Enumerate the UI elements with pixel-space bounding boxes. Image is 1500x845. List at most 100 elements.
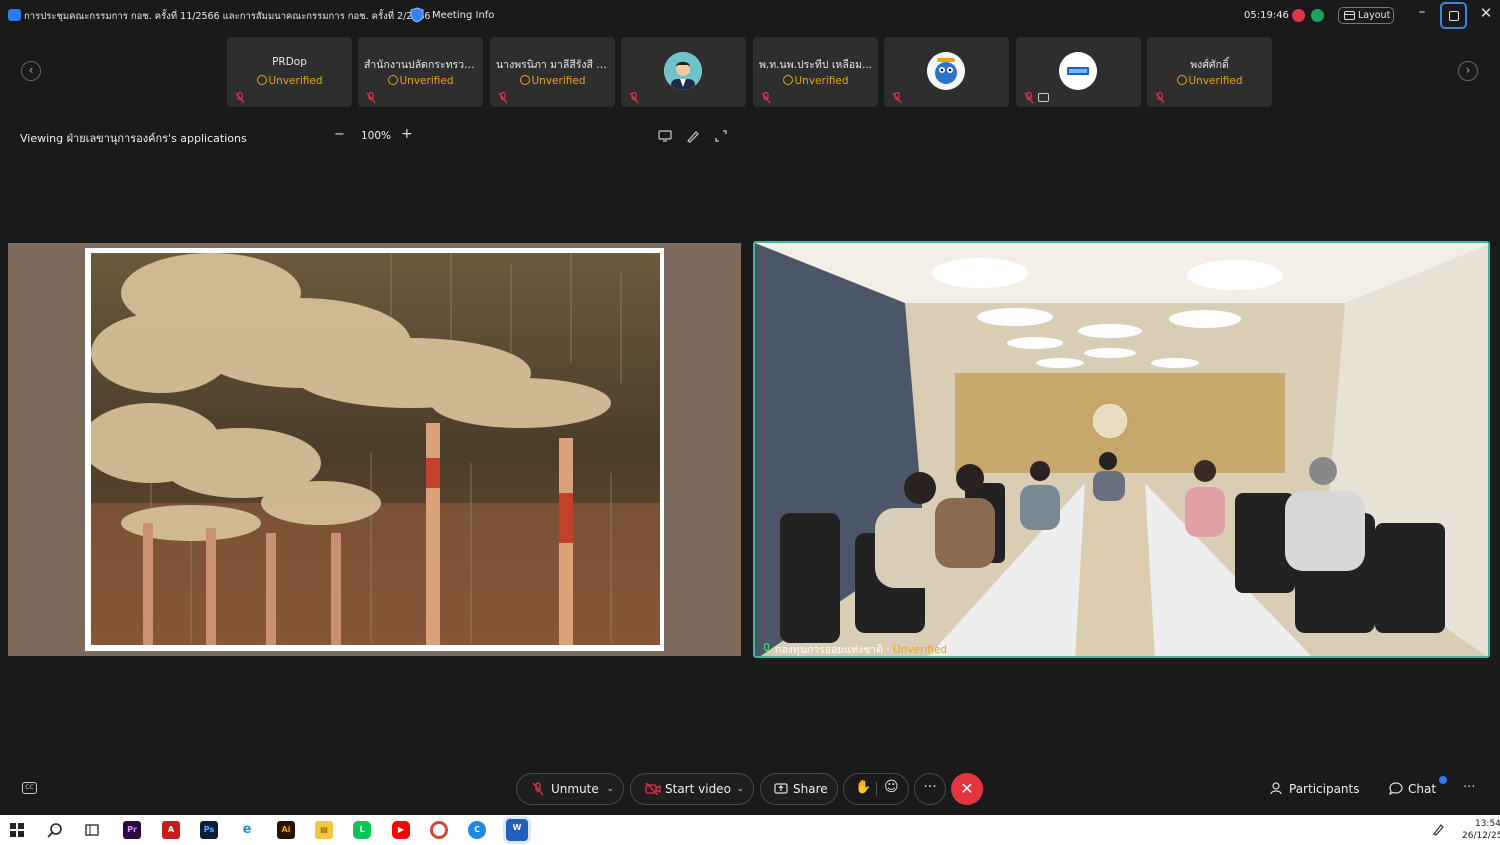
screen-share-icon <box>1038 93 1049 102</box>
start-video-label: Start video <box>665 782 731 796</box>
zoom-level: 100% <box>361 130 392 142</box>
participant-tile[interactable] <box>1016 37 1141 107</box>
participant-tile[interactable]: PRDop Unverified <box>227 37 352 107</box>
participant-tile[interactable]: พงศ์ศักดิ์ Unverified <box>1147 37 1272 107</box>
task-view-icon[interactable] <box>85 823 99 837</box>
participant-name: PRDop <box>272 56 307 68</box>
muted-mic-icon <box>1155 92 1165 104</box>
windows-taskbar <box>0 815 1500 845</box>
muted-mic-icon <box>532 782 544 796</box>
recording-icon[interactable] <box>1292 9 1305 22</box>
system-clock[interactable]: 13:54 26/12/2566 <box>1462 818 1500 842</box>
participant-tile[interactable]: สำนักงานปลัดกระทรวง... Unverified <box>358 37 483 107</box>
muted-mic-icon <box>366 92 376 104</box>
participants-icon <box>1270 782 1282 795</box>
restore-window-icon[interactable] <box>1440 2 1467 29</box>
unmute-button[interactable]: Unmute ⌄ <box>516 773 624 805</box>
muted-mic-icon <box>235 92 245 104</box>
end-call-button[interactable]: ✕ <box>951 773 983 805</box>
minimize-icon[interactable]: – <box>1412 4 1432 26</box>
layout-label: Layout <box>1358 10 1391 21</box>
participant-tile[interactable]: นางพรนิภา มาลีสีรังสี ผู้... Unverified <box>490 37 615 107</box>
share-label: Share <box>793 782 828 796</box>
muted-mic-icon <box>629 92 639 104</box>
active-speaker-video[interactable] <box>753 241 1490 658</box>
more-options-button[interactable]: ··· <box>914 773 946 805</box>
mascot-avatar-icon <box>927 52 965 90</box>
muted-mic-icon <box>892 92 902 104</box>
chat-notification-badge <box>1439 776 1447 784</box>
fullscreen-icon[interactable] <box>714 129 728 143</box>
network-status-icon[interactable] <box>1311 9 1324 22</box>
unverified-badge: Unverified <box>893 644 947 656</box>
webex-taskbar-icon[interactable]: W <box>506 819 528 841</box>
meeting-title: การประชุมคณะกรรมการ กอช. ครั้งที่ 11/256… <box>24 11 431 22</box>
viewing-label: Viewing ฝ่ายเลขานุการองค์กร's applicatio… <box>20 132 247 145</box>
participant-tile[interactable]: พ.ท.นพ.ประทีป เหลือม... Unverified <box>753 37 878 107</box>
strip-next-arrow-icon[interactable]: › <box>1458 61 1478 81</box>
reactions-icon[interactable]: ☺ <box>884 779 899 795</box>
strip-prev-arrow-icon[interactable]: ‹ <box>21 61 41 81</box>
layout-button[interactable]: Layout <box>1338 7 1394 24</box>
meeting-timer: 05:19:46 <box>1244 10 1289 21</box>
meeting-info-button[interactable]: Meeting Info <box>432 10 494 21</box>
raise-hand-icon[interactable]: ✋ <box>855 780 871 795</box>
acrobat-icon[interactable]: A <box>162 821 180 839</box>
youtube-icon[interactable]: ▶ <box>392 821 410 839</box>
chrome-icon[interactable] <box>430 821 448 839</box>
video-participant-name: กองทุนการออมแห่งชาติ <box>775 644 883 656</box>
participant-tile[interactable] <box>621 37 746 107</box>
illustrator-icon[interactable]: Ai <box>277 821 295 839</box>
shield-icon[interactable] <box>410 7 424 23</box>
photoshop-icon[interactable]: Ps <box>200 821 218 839</box>
share-button[interactable]: Share <box>760 773 838 805</box>
participant-name: พงศ์ศักดิ์ <box>1190 59 1229 71</box>
pen-tray-icon[interactable] <box>1432 823 1445 836</box>
chevron-down-icon[interactable]: ⌄ <box>606 774 614 804</box>
name-separator: · <box>882 644 893 656</box>
line-icon[interactable]: L <box>353 821 371 839</box>
chat-button[interactable]: Chat <box>1388 782 1436 796</box>
unmute-label: Unmute <box>551 782 599 796</box>
participant-name: พ.ท.นพ.ประทีป เหลือม... <box>759 59 872 71</box>
canva-icon[interactable]: C <box>468 821 486 839</box>
unverified-badge: Unverified <box>1147 75 1272 87</box>
participants-button[interactable]: Participants <box>1270 782 1360 796</box>
closed-captions-icon[interactable]: CC <box>22 782 37 794</box>
edge-icon[interactable]: e <box>238 821 256 839</box>
participant-tile[interactable] <box>884 37 1009 107</box>
premiere-pro-icon[interactable]: Pr <box>123 821 141 839</box>
unverified-badge: Unverified <box>227 75 352 87</box>
zoom-in-button[interactable]: + <box>401 126 413 142</box>
more-panels-button[interactable]: ··· <box>1463 780 1475 795</box>
video-off-icon <box>645 783 661 795</box>
zoom-out-button[interactable]: − <box>334 127 345 142</box>
person-avatar-icon <box>664 52 702 90</box>
unverified-badge: Unverified <box>358 75 483 87</box>
windows-start-icon[interactable] <box>10 823 24 837</box>
search-icon[interactable] <box>47 822 63 838</box>
muted-mic-icon <box>1024 92 1034 104</box>
muted-mic-icon <box>761 92 771 104</box>
webex-logo-icon <box>8 9 21 21</box>
mic-icon <box>763 642 770 654</box>
participants-label: Participants <box>1289 782 1360 796</box>
participant-name: สำนักงานปลัดกระทรวง... <box>364 59 477 71</box>
chat-icon <box>1388 782 1403 796</box>
smokestack-photo <box>91 253 660 645</box>
chevron-down-icon[interactable]: ⌄ <box>736 774 744 804</box>
reactions-group[interactable]: ✋ ☺ <box>843 773 909 805</box>
start-video-button[interactable]: Start video ⌄ <box>630 773 754 805</box>
layout-icon <box>1344 11 1355 20</box>
nso-logo-avatar-icon <box>1059 52 1097 90</box>
unverified-badge: Unverified <box>753 75 878 87</box>
share-icon <box>774 783 788 794</box>
remote-control-icon[interactable] <box>658 129 672 143</box>
meeting-room-video <box>755 243 1488 656</box>
annotate-icon[interactable] <box>686 129 700 143</box>
participant-name: นางพรนิภา มาลีสีรังสี ผู้... <box>496 59 609 71</box>
file-explorer-icon[interactable]: ▤ <box>315 821 333 839</box>
close-icon[interactable]: ✕ <box>1476 4 1496 26</box>
clock-date: 26/12/2566 <box>1462 831 1500 841</box>
muted-mic-icon <box>498 92 508 104</box>
